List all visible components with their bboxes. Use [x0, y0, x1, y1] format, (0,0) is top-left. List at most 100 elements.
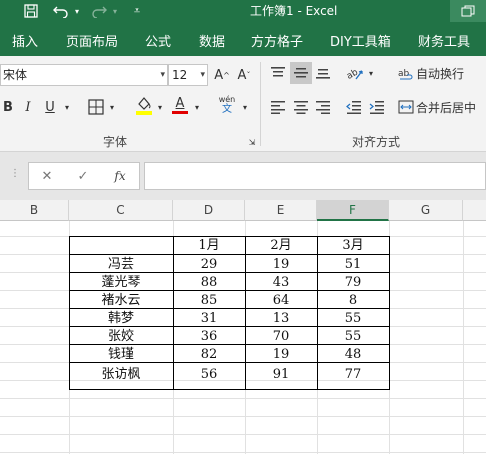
- font-size-select[interactable]: 12 ▾: [168, 64, 208, 86]
- tab-page-layout[interactable]: 页面布局: [66, 31, 118, 50]
- align-left-icon[interactable]: [268, 96, 288, 118]
- table-cell[interactable]: 91: [245, 366, 317, 384]
- window-title: 工作簿1 - Excel: [250, 4, 338, 18]
- font-group-label: 字体: [103, 135, 128, 149]
- insert-function-button[interactable]: fx: [109, 165, 131, 187]
- table-cell[interactable]: 19: [245, 346, 317, 364]
- table-cell-name[interactable]: 蓬光琴: [69, 274, 173, 292]
- phonetic-guide-button[interactable]: wén 文: [214, 94, 240, 116]
- table-cell[interactable]: 85: [173, 292, 245, 310]
- table-cell[interactable]: 29: [173, 256, 245, 274]
- table-header-cell[interactable]: [69, 237, 173, 255]
- drag-handle-icon[interactable]: ⋮: [10, 168, 20, 179]
- table-cell-name[interactable]: 冯芸: [69, 256, 173, 274]
- table-cell-name[interactable]: 钱瑾: [69, 346, 173, 364]
- align-top-icon[interactable]: [268, 62, 288, 84]
- ribbon-tabs: 插入 页面布局 公式 数据 方方格子 DIY工具箱 财务工具: [0, 22, 486, 56]
- tab-diy-toolbox[interactable]: DIY工具箱: [330, 31, 391, 50]
- wrap-text-button[interactable]: 自动换行: [416, 62, 466, 84]
- column-header-g[interactable]: G: [389, 200, 463, 221]
- group-separator: [260, 62, 261, 146]
- table-cell-name[interactable]: 韩梦: [69, 310, 173, 328]
- table-header-cell[interactable]: 1月: [173, 237, 245, 255]
- table-cell[interactable]: 43: [245, 274, 317, 292]
- font-size-value: 12: [172, 68, 188, 82]
- tab-fangfang-gezi[interactable]: 方方格子: [251, 31, 303, 50]
- table-cell[interactable]: 55: [317, 310, 389, 328]
- align-middle-icon[interactable]: [290, 62, 312, 84]
- enter-icon[interactable]: ✓: [73, 165, 93, 187]
- orientation-icon[interactable]: ab: [344, 62, 366, 84]
- table-cell-name[interactable]: 张访枫: [69, 366, 173, 384]
- undo-icon[interactable]: [52, 0, 70, 22]
- table-cell[interactable]: 36: [173, 328, 245, 346]
- column-header-d[interactable]: D: [173, 200, 245, 221]
- font-color-button[interactable]: A: [170, 94, 190, 116]
- decrease-indent-icon[interactable]: [344, 96, 364, 118]
- italic-button[interactable]: I: [20, 96, 36, 118]
- chevron-down-icon[interactable]: ▾: [192, 96, 202, 118]
- chevron-down-icon[interactable]: ▾: [155, 96, 165, 118]
- column-header-next[interactable]: [463, 200, 486, 221]
- tab-data[interactable]: 数据: [199, 31, 225, 50]
- phonetic-bottom: 文: [222, 104, 232, 115]
- formula-bar: ⋮ ✕ ✓ fx: [0, 152, 486, 200]
- table-cell[interactable]: 88: [173, 274, 245, 292]
- save-icon[interactable]: [22, 0, 40, 22]
- table-cell[interactable]: 79: [317, 274, 389, 292]
- column-header-e[interactable]: E: [245, 200, 317, 221]
- increase-font-size-button[interactable]: A ^: [212, 64, 232, 86]
- align-center-icon[interactable]: [291, 96, 311, 118]
- column-header-b[interactable]: B: [0, 200, 69, 221]
- restore-icon[interactable]: [450, 0, 486, 22]
- table-header-cell[interactable]: 2月: [245, 237, 317, 255]
- formula-input[interactable]: [144, 162, 486, 190]
- customize-qat-icon[interactable]: ⩡: [130, 0, 144, 22]
- undo-dropdown-icon[interactable]: ▾: [72, 0, 82, 22]
- chevron-down-icon[interactable]: ▾: [107, 96, 117, 118]
- table-cell[interactable]: 51: [317, 256, 389, 274]
- align-right-icon[interactable]: [313, 96, 333, 118]
- cancel-icon[interactable]: ✕: [37, 165, 57, 187]
- increase-indent-icon[interactable]: [367, 96, 387, 118]
- wrap-text-icon: ab: [398, 62, 414, 84]
- table-cell[interactable]: 82: [173, 346, 245, 364]
- table-cell[interactable]: 55: [317, 328, 389, 346]
- table-header-cell[interactable]: 3月: [317, 237, 389, 255]
- chevron-down-icon[interactable]: ▾: [240, 96, 250, 118]
- tab-insert[interactable]: 插入: [12, 31, 38, 50]
- fill-color-icon[interactable]: [134, 94, 154, 116]
- borders-icon[interactable]: [86, 96, 106, 118]
- tab-finance-tools[interactable]: 财务工具: [418, 31, 470, 50]
- table-cell[interactable]: 48: [317, 346, 389, 364]
- align-bottom-icon[interactable]: [313, 62, 333, 84]
- table-cell[interactable]: 13: [245, 310, 317, 328]
- table-cell-name[interactable]: 张姣: [69, 328, 173, 346]
- chevron-down-icon[interactable]: ▾: [366, 62, 376, 84]
- table-cell[interactable]: 64: [245, 292, 317, 310]
- underline-button[interactable]: U: [42, 96, 58, 118]
- table-cell-name[interactable]: 褚水云: [69, 292, 173, 310]
- merge-center-button[interactable]: 合并后居中: [416, 96, 482, 118]
- redo-icon[interactable]: [90, 0, 108, 22]
- table-cell[interactable]: 19: [245, 256, 317, 274]
- svg-text:ab: ab: [346, 67, 360, 81]
- redo-dropdown-icon[interactable]: ▾: [110, 0, 120, 22]
- column-header-f[interactable]: F: [317, 200, 389, 221]
- alignment-group-label: 对齐方式: [352, 135, 401, 149]
- tab-formulas[interactable]: 公式: [145, 31, 171, 50]
- title-bar: ▾ ▾ ⩡ 工作簿1 - Excel: [0, 0, 486, 22]
- dialog-launcher-icon[interactable]: ⇲: [246, 136, 258, 148]
- chevron-down-icon[interactable]: ▾: [62, 96, 72, 118]
- chevron-down-icon: ▾: [200, 70, 205, 80]
- font-color-letter: A: [175, 95, 185, 111]
- font-name-select[interactable]: 宋体 ▾: [0, 64, 168, 86]
- table-cell[interactable]: 77: [317, 366, 389, 384]
- table-cell[interactable]: 31: [173, 310, 245, 328]
- decrease-font-size-button[interactable]: Aˇ: [234, 64, 254, 86]
- table-cell[interactable]: 56: [173, 366, 245, 384]
- bold-button[interactable]: B: [0, 96, 16, 118]
- column-header-c[interactable]: C: [69, 200, 173, 221]
- table-cell[interactable]: 70: [245, 328, 317, 346]
- table-cell[interactable]: 8: [317, 292, 389, 310]
